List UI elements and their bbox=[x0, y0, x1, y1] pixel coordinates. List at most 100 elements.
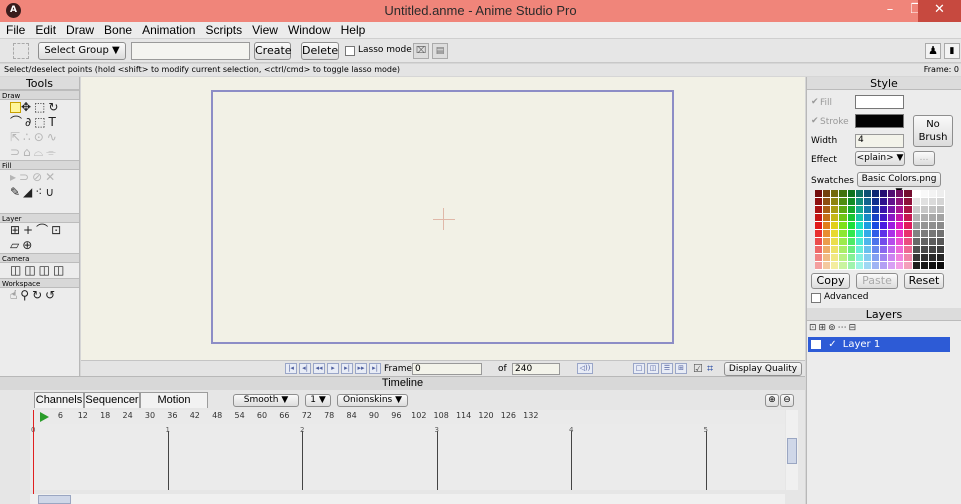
swatch-cell[interactable] bbox=[863, 230, 872, 238]
swatch-cell[interactable] bbox=[863, 246, 872, 254]
timeline-tracks[interactable]: 012345 bbox=[30, 424, 785, 490]
zoom-in-icon[interactable]: ⊕ bbox=[765, 394, 779, 407]
swatch-cell[interactable] bbox=[888, 198, 897, 206]
swatch-cell[interactable] bbox=[855, 230, 864, 238]
menu-edit[interactable]: Edit bbox=[30, 22, 61, 37]
swatch-cell[interactable] bbox=[863, 262, 872, 270]
swatch-cell[interactable] bbox=[912, 230, 921, 238]
view-single-icon[interactable]: □ bbox=[633, 363, 645, 374]
swatches-palette[interactable] bbox=[815, 190, 945, 270]
swatch-cell[interactable] bbox=[839, 214, 848, 222]
view-triple-icon[interactable]: ☰ bbox=[661, 363, 673, 374]
swatch-cell[interactable] bbox=[896, 238, 905, 246]
swatch-cell[interactable] bbox=[863, 238, 872, 246]
swatch-cell[interactable] bbox=[815, 222, 824, 230]
swatch-cell[interactable] bbox=[855, 198, 864, 206]
swatch-cell[interactable] bbox=[839, 238, 848, 246]
swatch-cell[interactable] bbox=[871, 254, 880, 262]
draw-tools-row-1[interactable]: ✥⬚↻ bbox=[0, 100, 79, 115]
swatch-cell[interactable] bbox=[928, 238, 937, 246]
swatch-cell[interactable] bbox=[823, 206, 832, 214]
swatch-cell[interactable] bbox=[847, 254, 856, 262]
swatch-cell[interactable] bbox=[880, 230, 889, 238]
swatch-cell[interactable] bbox=[888, 262, 897, 270]
swatch-cell[interactable] bbox=[880, 214, 889, 222]
swatch-cell[interactable] bbox=[815, 230, 824, 238]
swatch-cell[interactable] bbox=[831, 246, 840, 254]
swatch-cell[interactable] bbox=[839, 262, 848, 270]
stage-frame[interactable] bbox=[211, 90, 674, 344]
camera-tools-row[interactable]: ◫◫◫◫ bbox=[0, 263, 79, 278]
swatch-cell[interactable] bbox=[888, 238, 897, 246]
swatch-cell[interactable] bbox=[831, 198, 840, 206]
swatch-cell[interactable] bbox=[815, 190, 824, 198]
play-back-icon[interactable]: ◂◂ bbox=[313, 363, 325, 374]
swatch-cell[interactable] bbox=[815, 206, 824, 214]
swatch-cell[interactable] bbox=[863, 206, 872, 214]
swatch-cell[interactable] bbox=[823, 254, 832, 262]
swatch-cell[interactable] bbox=[839, 190, 848, 198]
swatches-dropdown[interactable]: Basic Colors.png ▼ bbox=[857, 172, 941, 197]
swatch-cell[interactable] bbox=[855, 262, 864, 270]
no-brush-button[interactable]: No Brush bbox=[913, 115, 953, 147]
fast-forward-icon[interactable]: ▸▸ bbox=[355, 363, 367, 374]
swatch-cell[interactable] bbox=[936, 238, 945, 246]
swatch-cell[interactable] bbox=[831, 230, 840, 238]
copy-button[interactable]: Copy bbox=[811, 273, 850, 289]
swatch-cell[interactable] bbox=[847, 230, 856, 238]
width-input[interactable]: 4 bbox=[855, 134, 904, 148]
user-icon[interactable]: ♟ bbox=[925, 43, 941, 59]
create-button[interactable]: Create bbox=[254, 42, 292, 60]
swatch-cell[interactable] bbox=[912, 198, 921, 206]
swatch-cell[interactable] bbox=[936, 190, 945, 198]
swatch-cell[interactable] bbox=[896, 262, 905, 270]
swatch-cell[interactable] bbox=[928, 206, 937, 214]
swatch-cell[interactable] bbox=[839, 254, 848, 262]
swatch-cell[interactable] bbox=[912, 206, 921, 214]
menu-file[interactable]: File bbox=[0, 22, 30, 37]
swatch-cell[interactable] bbox=[904, 246, 913, 254]
swatch-cell[interactable] bbox=[904, 254, 913, 262]
swatch-cell[interactable] bbox=[863, 198, 872, 206]
swatch-cell[interactable] bbox=[823, 190, 832, 198]
swatch-cell[interactable] bbox=[855, 246, 864, 254]
swatch-cell[interactable] bbox=[871, 238, 880, 246]
view-quad-icon[interactable]: ⊞ bbox=[675, 363, 687, 374]
swatch-cell[interactable] bbox=[928, 222, 937, 230]
step-forward-icon[interactable]: ▸| bbox=[341, 363, 353, 374]
onionskins-dropdown[interactable]: Onionskins ▼ bbox=[337, 394, 408, 407]
swatch-cell[interactable] bbox=[815, 214, 824, 222]
swatch-cell[interactable] bbox=[863, 254, 872, 262]
rewind-icon[interactable]: |◂ bbox=[285, 363, 297, 374]
swatch-cell[interactable] bbox=[855, 190, 864, 198]
menu-window[interactable]: Window bbox=[283, 22, 336, 37]
swatch-cell[interactable] bbox=[896, 230, 905, 238]
swatch-cell[interactable] bbox=[912, 254, 921, 262]
swatch-cell[interactable] bbox=[815, 254, 824, 262]
swatch-cell[interactable] bbox=[920, 246, 929, 254]
select-group-dropdown[interactable]: Select Group ▼ bbox=[38, 42, 126, 60]
swatch-cell[interactable] bbox=[920, 198, 929, 206]
swatch-cell[interactable] bbox=[928, 246, 937, 254]
swatch-cell[interactable] bbox=[920, 222, 929, 230]
swatch-cell[interactable] bbox=[936, 246, 945, 254]
tab-channels[interactable]: Channels bbox=[34, 392, 84, 408]
swatch-cell[interactable] bbox=[847, 238, 856, 246]
swatch-cell[interactable] bbox=[888, 214, 897, 222]
menu-bone[interactable]: Bone bbox=[99, 22, 137, 37]
swatch-cell[interactable] bbox=[912, 190, 921, 198]
swatch-cell[interactable] bbox=[896, 246, 905, 254]
swatch-cell[interactable] bbox=[912, 262, 921, 270]
swatch-cell[interactable] bbox=[936, 262, 945, 270]
swatch-cell[interactable] bbox=[839, 246, 848, 254]
close-button[interactable]: ✕ bbox=[918, 0, 961, 22]
swatch-cell[interactable] bbox=[928, 230, 937, 238]
swatch-cell[interactable] bbox=[936, 230, 945, 238]
end-icon[interactable]: ▸| bbox=[369, 363, 381, 374]
swatch-cell[interactable] bbox=[855, 222, 864, 230]
swatch-cell[interactable] bbox=[823, 238, 832, 246]
swatch-cell[interactable] bbox=[871, 198, 880, 206]
swatch-cell[interactable] bbox=[904, 238, 913, 246]
interpolation-dropdown[interactable]: Smooth ▼ bbox=[233, 394, 299, 407]
swatch-cell[interactable] bbox=[896, 198, 905, 206]
